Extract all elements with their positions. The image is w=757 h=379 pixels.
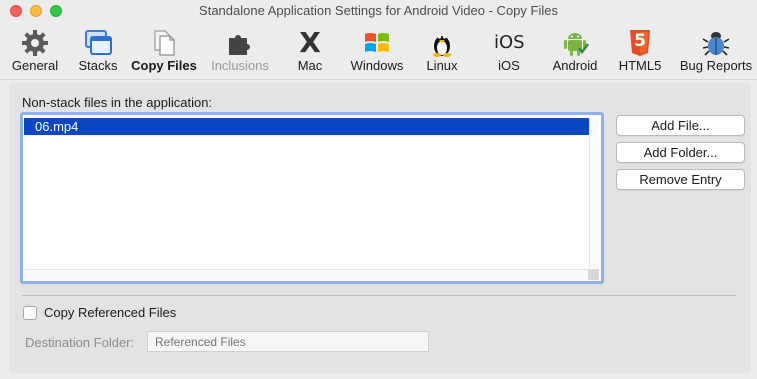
html5-icon: 5 (625, 28, 655, 58)
copy-files-icon (149, 28, 179, 58)
mac-x-icon: X (295, 28, 325, 58)
add-folder-button[interactable]: Add Folder... (616, 142, 745, 163)
destination-folder-field[interactable] (147, 331, 429, 352)
toolbar-item-label: General (11, 58, 59, 73)
toolbar-item-label: iOS (498, 58, 520, 73)
toolbar-item-bug-reports[interactable]: Bug Reports (676, 24, 756, 78)
toolbar-item-inclusions[interactable]: Inclusions (206, 24, 274, 78)
vertical-scrollbar[interactable] (589, 116, 599, 268)
list-item[interactable]: 06.mp4 (24, 118, 590, 135)
toolbar-item-label: Stacks (78, 58, 118, 73)
toolbar-item-copy-files[interactable]: Copy Files (128, 24, 200, 78)
horizontal-scrollbar[interactable] (24, 269, 592, 280)
minimize-window-button[interactable] (30, 5, 42, 17)
toolbar-item-label: Mac (297, 58, 323, 73)
window-title: Standalone Application Settings for Andr… (199, 3, 558, 18)
toolbar-item-mac[interactable]: X Mac (288, 24, 332, 78)
close-window-button[interactable] (10, 5, 22, 17)
settings-toolbar: General Stacks Copy Files Inclusions X M… (0, 24, 757, 78)
destination-folder-label: Destination Folder: (25, 335, 135, 350)
copy-referenced-checkbox[interactable] (23, 306, 37, 320)
ios-icon-glyph: iOS (494, 32, 525, 53)
copy-referenced-label[interactable]: Copy Referenced Files (44, 305, 176, 320)
files-list-label: Non-stack files in the application: (22, 95, 213, 110)
toolbar-item-label: Linux (426, 58, 458, 73)
bug-icon (701, 28, 731, 58)
stacks-icon (83, 28, 113, 58)
ios-text-icon: iOS (494, 28, 525, 58)
list-item-label: 06.mp4 (35, 119, 79, 134)
android-icon (560, 28, 590, 58)
windows-icon (362, 28, 392, 58)
puzzle-icon (225, 28, 255, 58)
mac-x-glyph: X (299, 26, 321, 59)
toolbar-item-label: Copy Files (131, 58, 197, 73)
toolbar-item-android[interactable]: Android (546, 24, 604, 78)
toolbar-item-html5[interactable]: 5 HTML5 (612, 24, 668, 78)
title-bar: Standalone Application Settings for Andr… (0, 0, 757, 22)
section-divider (22, 295, 736, 296)
toolbar-item-label: Windows (350, 58, 404, 73)
gear-icon (20, 28, 50, 58)
toolbar-item-windows[interactable]: Windows (346, 24, 408, 78)
add-file-button[interactable]: Add File... (616, 115, 745, 136)
toolbar-item-stacks[interactable]: Stacks (72, 24, 124, 78)
toolbar-item-label: Inclusions (211, 58, 269, 73)
toolbar-item-label: HTML5 (618, 58, 662, 73)
scrollbar-corner (588, 269, 599, 280)
tux-icon (427, 28, 457, 58)
files-list[interactable]: 06.mp4 (20, 112, 604, 284)
toolbar-item-label: Bug Reports (679, 58, 753, 73)
toolbar-item-linux[interactable]: Linux (420, 24, 464, 78)
html5-icon-glyph: 5 (634, 31, 646, 51)
toolbar-item-general[interactable]: General (6, 24, 64, 78)
settings-window: Standalone Application Settings for Andr… (0, 0, 757, 379)
zoom-window-button[interactable] (50, 5, 62, 17)
toolbar-item-label: Android (552, 58, 598, 73)
remove-entry-button[interactable]: Remove Entry (616, 169, 745, 190)
toolbar-divider (0, 79, 757, 80)
toolbar-item-ios[interactable]: iOS iOS (488, 24, 530, 78)
